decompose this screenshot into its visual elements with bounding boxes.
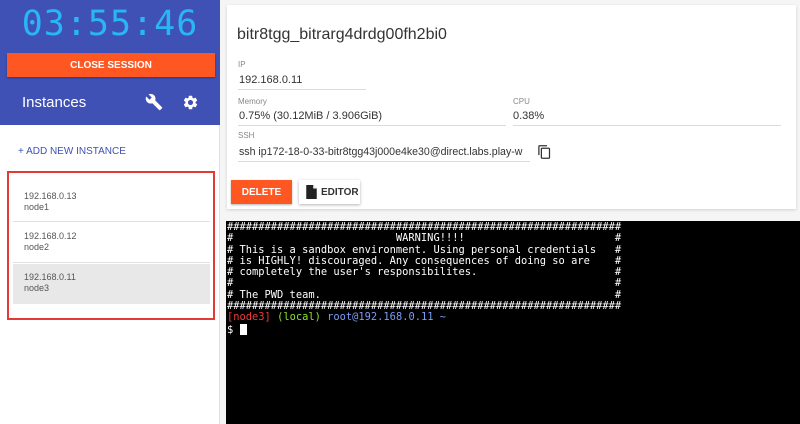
prompt-local: (local) bbox=[277, 311, 321, 324]
instance-info-card: bitr8tgg_bitrarg4drdg00fh2bi0 IP 192.168… bbox=[227, 5, 796, 209]
terminal-line: ########################################… bbox=[227, 300, 622, 313]
add-new-instance-link[interactable]: + ADD NEW INSTANCE bbox=[18, 146, 126, 157]
delete-instance-button[interactable]: DELETE bbox=[231, 180, 292, 204]
file-icon bbox=[306, 185, 317, 199]
gear-icon[interactable] bbox=[182, 94, 199, 111]
instance-item-node3[interactable]: 192.168.0.11 node3 bbox=[13, 264, 210, 304]
ssh-command-field[interactable]: ssh ip172-18-0-33-bitr8tgg43j000e4ke30@d… bbox=[239, 146, 529, 158]
editor-button[interactable]: EDITOR bbox=[299, 180, 360, 204]
wrench-icon[interactable] bbox=[145, 93, 163, 111]
editor-button-label: EDITOR bbox=[321, 187, 359, 198]
instance-list: 192.168.0.13 node1 192.168.0.12 node2 19… bbox=[7, 171, 215, 320]
instance-divider bbox=[13, 221, 210, 222]
prompt-node: [node3] bbox=[227, 311, 271, 324]
instance-ip: 192.168.0.12 bbox=[24, 231, 77, 241]
memory-value: 0.75% (30.12MiB / 3.906GiB) bbox=[239, 110, 383, 122]
ip-value: 192.168.0.11 bbox=[239, 74, 303, 86]
terminal-line: # completely the user's responsibilites.… bbox=[227, 266, 622, 279]
terminal-line: # # bbox=[227, 277, 622, 290]
instance-name: node3 bbox=[24, 283, 50, 293]
sidebar-header: 03:55:46 CLOSE SESSION Instances bbox=[0, 0, 220, 125]
terminal-line: # WARNING!!!! # bbox=[227, 232, 622, 245]
copy-icon[interactable] bbox=[537, 144, 552, 160]
instance-name: node2 bbox=[24, 242, 50, 252]
instance-hostname-title: bitr8tgg_bitrarg4drdg00fh2bi0 bbox=[237, 26, 447, 43]
instance-name: node1 bbox=[24, 202, 50, 212]
sidebar: 03:55:46 CLOSE SESSION Instances + ADD N… bbox=[0, 0, 220, 424]
instance-ip: 192.168.0.11 bbox=[24, 272, 76, 282]
instances-title: Instances bbox=[22, 94, 87, 111]
cpu-value: 0.38% bbox=[513, 110, 545, 122]
cpu-label: CPU bbox=[513, 97, 530, 106]
prompt-host: root@192.168.0.11 ~ bbox=[327, 311, 446, 324]
instance-ip: 192.168.0.13 bbox=[24, 191, 77, 201]
ip-underline bbox=[238, 89, 366, 90]
terminal-line: # The PWD team. # bbox=[227, 288, 622, 301]
instance-divider bbox=[13, 262, 210, 263]
instance-item-node1[interactable]: 192.168.0.13 node1 bbox=[13, 183, 210, 223]
ssh-underline bbox=[238, 161, 530, 162]
memory-underline bbox=[238, 125, 506, 126]
cpu-underline bbox=[513, 125, 781, 126]
instance-item-node2[interactable]: 192.168.0.12 node2 bbox=[13, 223, 210, 263]
ssh-label: SSH bbox=[238, 131, 255, 140]
terminal-output: ########################################… bbox=[227, 221, 622, 336]
terminal-line: # is HIGHLY! discouraged. Any consequenc… bbox=[227, 254, 622, 267]
terminal-line: ########################################… bbox=[227, 221, 622, 233]
terminal-line: # This is a sandbox environment. Using p… bbox=[227, 243, 622, 256]
prompt-symbol: $ bbox=[227, 323, 240, 336]
close-session-button[interactable]: CLOSE SESSION bbox=[7, 53, 215, 77]
terminal-cursor bbox=[239, 323, 247, 335]
memory-label: Memory bbox=[238, 97, 267, 106]
ip-label: IP bbox=[238, 60, 246, 69]
session-timer: 03:55:46 bbox=[21, 4, 199, 44]
terminal[interactable]: ########################################… bbox=[226, 221, 800, 424]
